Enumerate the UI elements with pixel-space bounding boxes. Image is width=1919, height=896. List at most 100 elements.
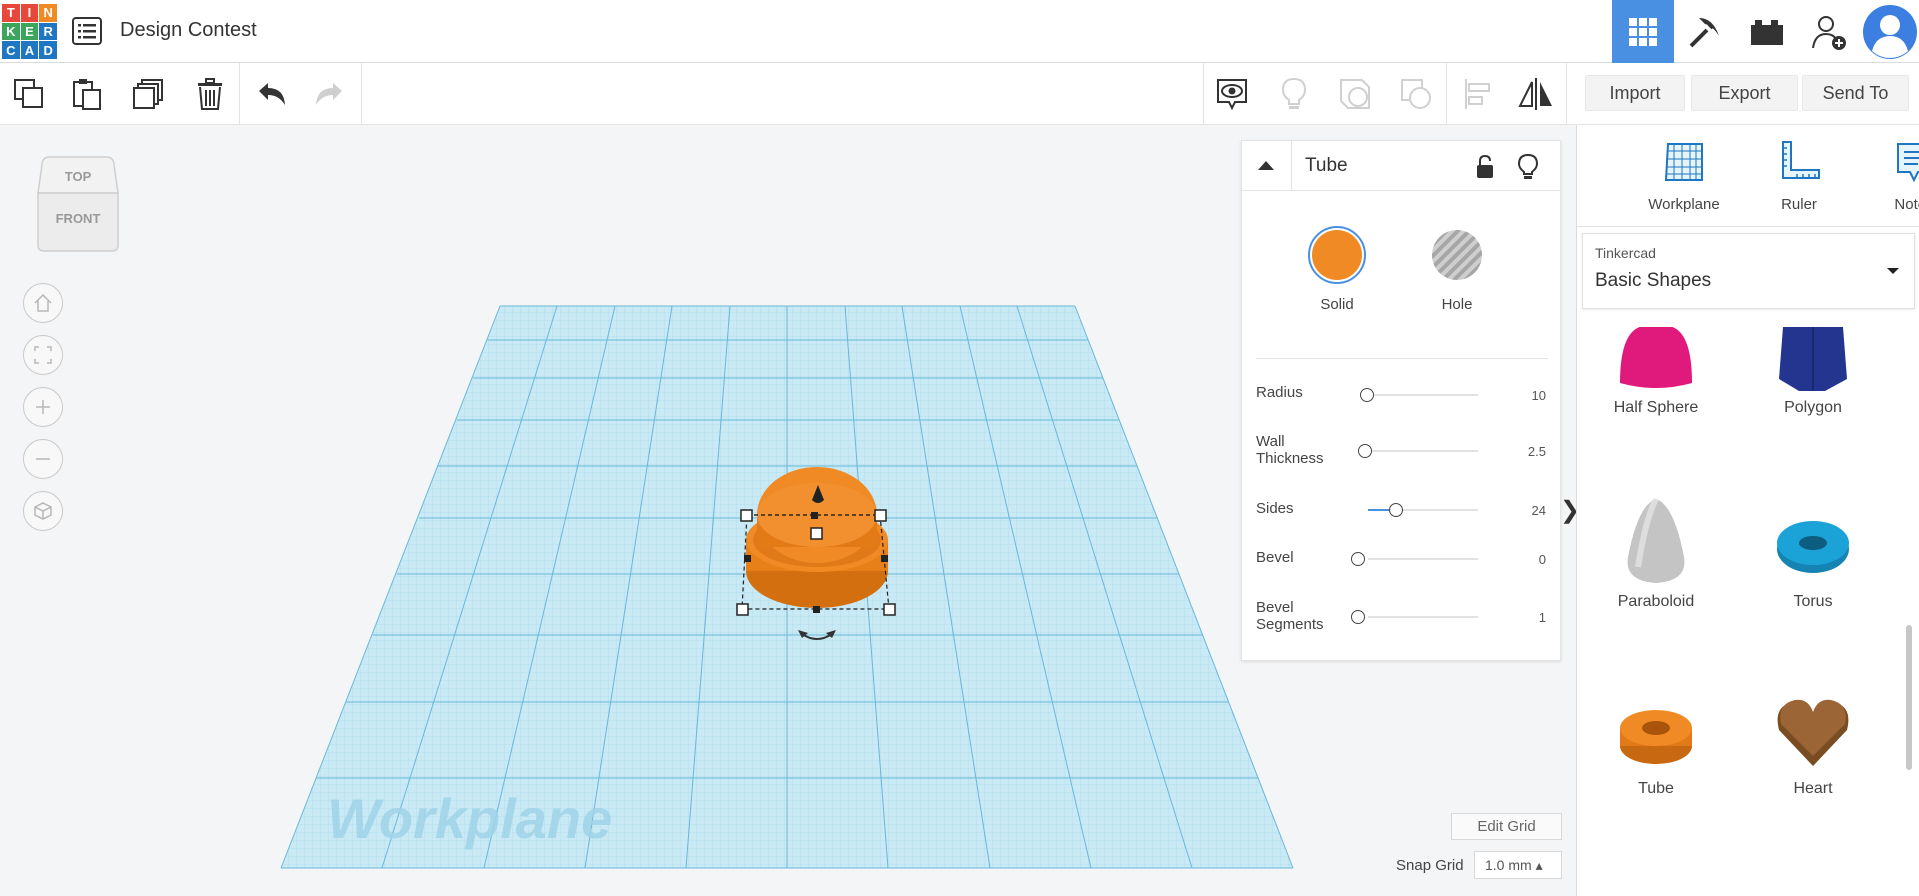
collapse-up-icon[interactable] <box>1256 158 1276 172</box>
perspective-icon[interactable] <box>23 491 63 531</box>
shape-label: Half Sphere <box>1613 399 1699 416</box>
build-pickaxe-icon[interactable] <box>1674 0 1736 63</box>
logo-letter: T <box>2 4 20 22</box>
view-cube-front-label[interactable]: FRONT <box>36 211 120 226</box>
export-button[interactable]: Export <box>1691 75 1798 111</box>
group-icon[interactable] <box>1336 75 1374 113</box>
copy-icon[interactable] <box>10 75 48 113</box>
align-icon[interactable] <box>1459 75 1497 113</box>
delete-icon[interactable] <box>191 75 229 113</box>
heart-icon <box>1777 699 1849 766</box>
logo-letter: K <box>2 22 20 41</box>
logo-letter: D <box>39 41 57 59</box>
notes-tool-label: Notes <box>1894 196 1919 213</box>
library-category: Tinkercad <box>1595 245 1656 261</box>
bevel-value[interactable]: 0 <box>1539 552 1546 567</box>
workplane-tool[interactable]: Workplane <box>1634 140 1734 213</box>
lock-open-icon[interactable] <box>1475 155 1495 179</box>
solid-option[interactable]: Solid <box>1307 225 1367 313</box>
half-sphere-icon <box>1620 327 1692 388</box>
fit-view-icon[interactable] <box>23 335 63 375</box>
sides-value[interactable]: 24 <box>1532 503 1546 518</box>
wall-thickness-slider-knob[interactable] <box>1358 444 1372 458</box>
logo-letter: A <box>20 41 39 59</box>
workplane-icon <box>1664 143 1703 181</box>
undo-icon[interactable] <box>253 75 291 113</box>
radius-slider[interactable] <box>1368 394 1478 396</box>
hole-swatch[interactable] <box>1427 225 1487 285</box>
shape-heart[interactable]: Heart <box>1743 692 1883 798</box>
bevel-slider-knob[interactable] <box>1351 552 1365 566</box>
shape-label: Tube <box>1638 780 1674 797</box>
shape-inspector: Tube Solid Hole Radius 10 Wall Thickness… <box>1241 140 1561 661</box>
bevel-segments-slider[interactable] <box>1368 616 1478 618</box>
grid-view-icon[interactable] <box>1612 0 1674 63</box>
shapes-scrollbar[interactable] <box>1906 625 1912 770</box>
design-title[interactable]: Design Contest <box>120 19 257 42</box>
lightbulb-icon[interactable] <box>1275 75 1313 113</box>
bricks-icon[interactable] <box>1736 0 1798 63</box>
logo-letter: I <box>20 4 39 22</box>
hole-label: Hole <box>1441 296 1473 313</box>
send-to-button[interactable]: Send To <box>1802 75 1909 111</box>
top-bar: T I N K E R C A D Design Contest <box>0 0 1919 63</box>
shape-tube[interactable]: Tube <box>1586 692 1726 798</box>
snap-grid-select[interactable]: 1.0 mm ▴ <box>1474 851 1562 879</box>
ruler-icon <box>1782 141 1820 179</box>
wall-thickness-value[interactable]: 2.5 <box>1528 444 1546 459</box>
shape-label: Heart <box>1793 780 1833 797</box>
home-view-icon[interactable] <box>23 283 63 323</box>
bevel-segments-slider-knob[interactable] <box>1351 610 1365 624</box>
ruler-tool-label: Ruler <box>1781 196 1817 213</box>
view-cube[interactable]: TOP FRONT <box>36 155 120 253</box>
lightbulb-icon[interactable] <box>1518 154 1538 180</box>
solid-swatch[interactable] <box>1307 225 1367 285</box>
logo-letter: R <box>39 22 57 41</box>
view-cube-top-label[interactable]: TOP <box>36 169 120 184</box>
wall-thickness-slider[interactable] <box>1368 450 1478 452</box>
user-avatar-icon[interactable] <box>1860 0 1919 63</box>
paste-icon[interactable] <box>68 75 106 113</box>
library-name: Basic Shapes <box>1595 270 1712 291</box>
bevel-segments-value[interactable]: 1 <box>1539 610 1546 625</box>
shape-half-sphere[interactable]: Half Sphere <box>1586 327 1726 417</box>
edit-grid-button[interactable]: Edit Grid <box>1451 813 1562 840</box>
chevron-down-icon <box>1887 268 1899 274</box>
ungroup-icon[interactable] <box>1397 75 1435 113</box>
duplicate-icon[interactable] <box>130 75 168 113</box>
hole-option[interactable]: Hole <box>1427 225 1487 313</box>
tinkercad-logo[interactable]: T I N K E R C A D <box>2 4 57 59</box>
snap-grid-label: Snap Grid <box>1396 857 1464 874</box>
zoom-out-icon[interactable] <box>23 439 63 479</box>
param-label: Radius <box>1256 384 1303 401</box>
shape-torus[interactable]: Torus <box>1743 497 1883 611</box>
shape-label: Polygon <box>1784 399 1842 416</box>
mirror-icon[interactable] <box>1517 75 1555 113</box>
ruler-tool[interactable]: Ruler <box>1749 140 1849 213</box>
shape-grid: Half Sphere Polygon Paraboloid Torus Tub… <box>1577 321 1919 896</box>
redo-icon[interactable] <box>310 75 348 113</box>
zoom-in-icon[interactable] <box>23 387 63 427</box>
import-button[interactable]: Import <box>1585 75 1685 111</box>
shape-paraboloid[interactable]: Paraboloid <box>1586 497 1726 611</box>
tube-icon <box>1620 710 1692 764</box>
param-label: Bevel Segments <box>1256 599 1324 633</box>
add-user-icon[interactable] <box>1798 0 1860 63</box>
logo-letter: N <box>39 4 57 22</box>
solid-label: Solid <box>1320 296 1354 313</box>
param-label: Sides <box>1256 500 1294 517</box>
radius-slider-knob[interactable] <box>1360 388 1374 402</box>
bevel-slider[interactable] <box>1368 558 1478 560</box>
logo-letter: E <box>20 22 39 41</box>
shape-library-dropdown[interactable]: Tinkercad Basic Shapes <box>1582 233 1915 309</box>
sides-slider-knob[interactable] <box>1389 503 1403 517</box>
notes-tool[interactable]: Notes <box>1864 140 1919 213</box>
show-hide-icon[interactable] <box>1213 75 1251 113</box>
logo-letter: C <box>2 41 20 59</box>
design-list-icon[interactable] <box>72 17 102 45</box>
param-label: Bevel <box>1256 549 1294 566</box>
paraboloid-icon <box>1627 497 1685 583</box>
shape-polygon[interactable]: Polygon <box>1743 327 1883 417</box>
radius-value[interactable]: 10 <box>1532 388 1546 403</box>
workplane-tool-label: Workplane <box>1648 196 1720 213</box>
